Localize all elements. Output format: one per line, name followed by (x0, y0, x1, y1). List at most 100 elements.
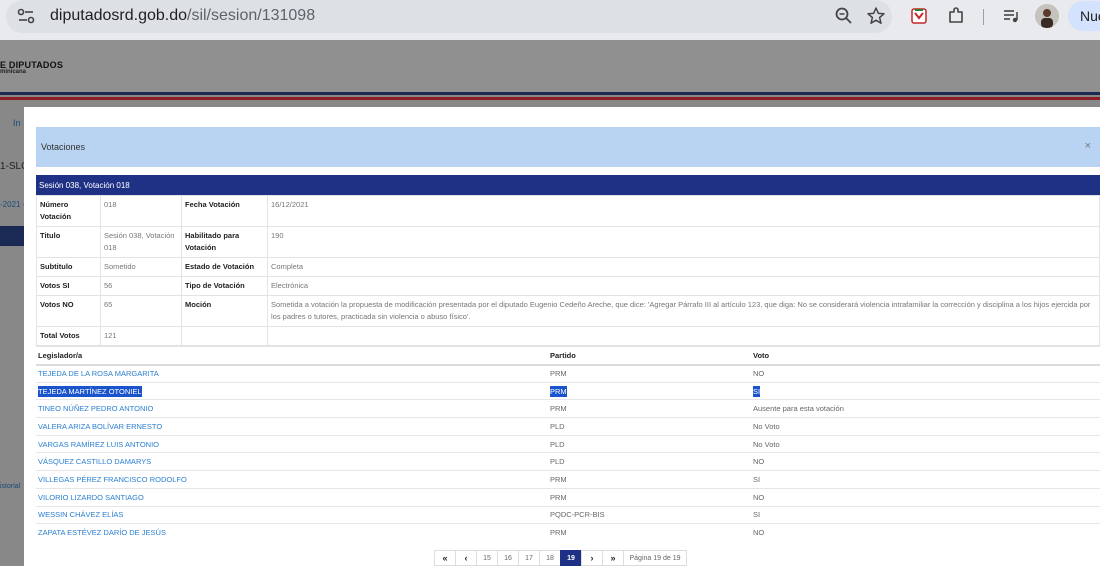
close-icon[interactable]: × (1085, 140, 1091, 152)
party-cell: PRM (548, 364, 751, 383)
bookmark-star-icon[interactable] (866, 6, 886, 26)
vote-cell: SI (751, 470, 1100, 489)
legislator-link[interactable]: WESSIN CHÁVEZ ELÍAS (36, 505, 548, 524)
party-cell: PRM (548, 487, 751, 506)
vote-cell: NO (751, 452, 1100, 471)
url-text[interactable]: diputadosrd.gob.do/sil/sesion/131098 (50, 7, 315, 25)
pagination: « ‹ 15 16 17 18 19 › » Página 19 de 19 (434, 550, 687, 566)
bg-date-fragment: -2021 - (0, 200, 26, 209)
vote-cell: SI (751, 505, 1100, 524)
detail-label: Subtitulo (36, 257, 101, 277)
profile-person-icon (1041, 9, 1053, 28)
bg-table-header-fragment (0, 226, 24, 246)
vote-cell: No Voto (751, 417, 1100, 436)
legislator-link[interactable]: ZAPATA ESTÉVEZ DARÍO DE JESÚS (36, 523, 548, 542)
legislator-link[interactable]: VILLEGAS PÉREZ FRANCISCO RODOLFO (36, 470, 548, 489)
page-button[interactable]: 15 (476, 550, 498, 566)
table-row: ZAPATA ESTÉVEZ DARÍO DE JESÚS PRM NO (36, 523, 1100, 542)
party-cell: PLD (548, 452, 751, 471)
detail-value: 56 (100, 276, 182, 296)
detail-label: Número Votación (36, 195, 101, 227)
legislator-link[interactable]: VÁSQUEZ CASTILLO DAMARYS (36, 452, 548, 471)
detail-label: Total Votos (36, 326, 101, 346)
detail-value: Sesión 038, Votación 018 (100, 226, 182, 258)
detail-label: Estado de Votación (181, 257, 268, 277)
detail-value: 190 (267, 226, 1100, 258)
party-cell: PQDC-PCR-BIS (548, 505, 751, 524)
detail-value (267, 326, 1100, 346)
detail-value: Sometida a votación la propuesta de modi… (267, 295, 1100, 327)
party-cell: PRM (548, 399, 751, 418)
votes-table: Legislador/a Partido Voto TEJEDA DE LA R… (36, 346, 1100, 542)
detail-row: Total Votos 121 (36, 326, 1100, 346)
zoom-icon[interactable] (834, 6, 854, 26)
modal-title: Votaciones (41, 142, 86, 152)
table-row: TINEO NÚÑEZ PEDRO ANTONIO PRM Ausente pa… (36, 399, 1100, 418)
detail-label: Moción (181, 295, 268, 327)
vote-details-table: Número Votación 018 Fecha Votación 16/12… (36, 195, 1100, 346)
extensions-puzzle-icon[interactable] (946, 6, 966, 26)
legislator-link[interactable]: TEJEDA DE LA ROSA MARGARITA (36, 364, 548, 383)
legislator-link[interactable]: VARGAS RAMÍREZ LUIS ANTONIO (36, 434, 548, 453)
vote-cell: NO (751, 487, 1100, 506)
vote-cell: NO (751, 523, 1100, 542)
detail-value: Sometido (100, 257, 182, 277)
detail-value: 121 (100, 326, 182, 346)
detail-row: Votos NO 65 Moción Sometida a votación l… (36, 295, 1100, 327)
page-button[interactable]: 17 (518, 550, 540, 566)
table-row: VÁSQUEZ CASTILLO DAMARYS PLD NO (36, 452, 1100, 471)
vote-cell: No Voto (751, 434, 1100, 453)
first-page-button[interactable]: « (434, 550, 456, 566)
vote-cell: Ausente para esta votación (751, 399, 1100, 418)
detail-label: Votos SI (36, 276, 101, 296)
column-header-party: Partido (548, 346, 751, 366)
bg-nav-fragment[interactable]: In (13, 118, 21, 128)
browser-toolbar: diputadosrd.gob.do/sil/sesion/131098 Nue (0, 0, 1100, 40)
legislator-link[interactable]: TEJEDA MARTÍNEZ OTONIEL (38, 385, 142, 397)
table-row: VILLEGAS PÉREZ FRANCISCO RODOLFO PRM SI (36, 470, 1100, 489)
new-tab-button[interactable]: Nue (1068, 1, 1100, 31)
table-row: VALERA ARIZA BOLÍVAR ERNESTO PLD No Voto (36, 417, 1100, 436)
site-header: E DIPUTADOS minicana (0, 40, 1100, 92)
site-settings-icon[interactable] (17, 8, 35, 24)
votaciones-modal: Votaciones × Sesión 038, Votación 018 Nú… (24, 107, 1100, 566)
site-logo-subtitle: minicana (0, 69, 27, 75)
legislator-link[interactable]: VALERA ARIZA BOLÍVAR ERNESTO (36, 417, 548, 436)
prev-page-button[interactable]: ‹ (455, 550, 477, 566)
profile-avatar[interactable] (1035, 4, 1059, 28)
detail-label: Habilitado para Votación (181, 226, 268, 258)
current-page-button[interactable]: 19 (560, 550, 582, 566)
detail-value: Completa (267, 257, 1100, 277)
vote-cell: SI (753, 385, 761, 397)
detail-label: Votos NO (36, 295, 101, 327)
toolbar-separator (983, 9, 984, 25)
page-button[interactable]: 18 (539, 550, 561, 566)
header-stripe-red (0, 97, 1100, 100)
last-page-button[interactable]: » (602, 550, 624, 566)
table-row: VILORIO LIZARDO SANTIAGO PRM NO (36, 487, 1100, 506)
detail-value: 16/12/2021 (267, 195, 1100, 227)
legislator-link[interactable]: TINEO NÚÑEZ PEDRO ANTONIO (36, 399, 548, 418)
column-header-legislator: Legislador/a (36, 346, 548, 366)
address-bar[interactable]: diputadosrd.gob.do/sil/sesion/131098 (6, 0, 892, 33)
modal-header: Votaciones × (36, 127, 1100, 167)
next-page-button[interactable]: › (581, 550, 603, 566)
party-cell: PLD (548, 417, 751, 436)
column-header-vote: Voto (751, 346, 1100, 366)
url-domain: diputadosrd.gob.do (50, 7, 187, 24)
page-button[interactable]: 16 (497, 550, 519, 566)
votes-table-header: Legislador/a Partido Voto (36, 346, 1100, 366)
party-cell: PLD (548, 434, 751, 453)
detail-label (181, 326, 268, 346)
legislator-link[interactable]: VILORIO LIZARDO SANTIAGO (36, 487, 548, 506)
media-controls-icon[interactable] (1001, 6, 1021, 26)
bg-history-fragment[interactable]: istorial (0, 483, 20, 490)
detail-row: Votos SI 56 Tipo de Votación Electrónica (36, 276, 1100, 296)
table-row: TEJEDA MARTÍNEZ OTONIEL PRM SI (36, 381, 1100, 400)
detail-value: 018 (100, 195, 182, 227)
party-cell: PRM (548, 523, 751, 542)
extension-shield-icon[interactable] (909, 6, 929, 26)
detail-value: Electrónica (267, 276, 1100, 296)
detail-row: Número Votación 018 Fecha Votación 16/12… (36, 195, 1100, 227)
detail-label: Fecha Votación (181, 195, 268, 227)
